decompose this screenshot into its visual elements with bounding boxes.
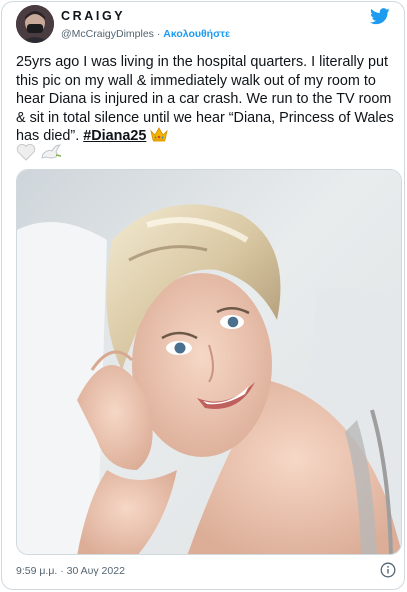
tweet-text: 25yrs ago I was living in the hospital q… (16, 53, 400, 146)
avatar[interactable] (16, 5, 54, 43)
info-icon[interactable] (380, 562, 396, 578)
hashtag-link[interactable]: #Diana25 (83, 128, 146, 144)
tweet-card: CRAIGY @McCraigyDimples · Ακολουθήστε 25… (1, 1, 405, 590)
separator: · (153, 28, 164, 40)
portrait-image (17, 170, 401, 554)
dove-icon (41, 144, 62, 159)
tweet-body: 25yrs ago I was living in the hospital q… (16, 54, 394, 145)
follow-button[interactable]: Ακολουθήστε (163, 28, 230, 40)
twitter-bird-icon[interactable] (370, 8, 390, 25)
white-heart-icon (16, 143, 36, 161)
tweet-timestamp[interactable]: 9:59 μ.μ. · 30 Αυγ 2022 (16, 565, 125, 577)
crown-icon (150, 127, 169, 142)
avatar-image (16, 5, 54, 43)
emoji-line (16, 143, 62, 163)
tweet-photo[interactable] (16, 169, 402, 555)
user-handle[interactable]: @McCraigyDimples (61, 28, 154, 40)
display-name[interactable]: CRAIGY (61, 9, 125, 23)
handle-row: @McCraigyDimples · Ακολουθήστε (61, 28, 230, 40)
